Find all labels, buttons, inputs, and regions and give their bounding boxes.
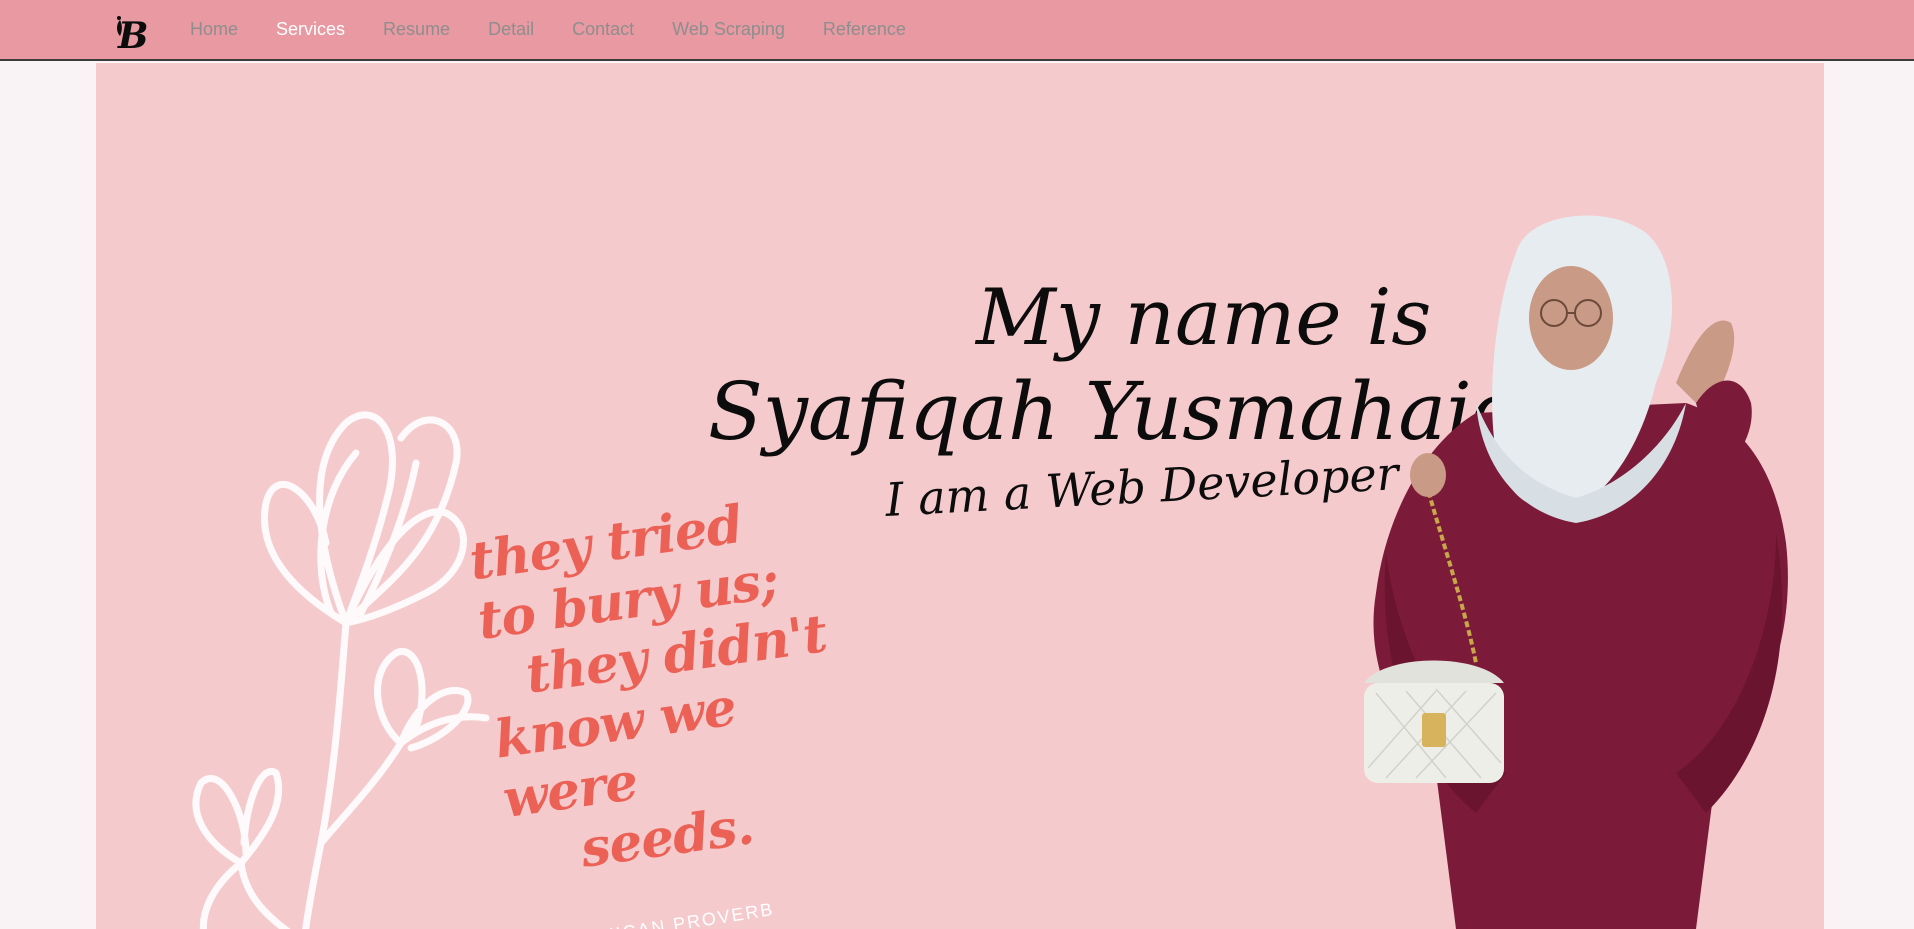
nav-link-detail[interactable]: Detail xyxy=(488,19,534,40)
svg-text:B: B xyxy=(117,15,148,56)
nav-link-services[interactable]: Services xyxy=(276,19,345,40)
nav-link-contact[interactable]: Contact xyxy=(572,19,634,40)
nav-link-web-scraping[interactable]: Web Scraping xyxy=(672,19,785,40)
profile-photo xyxy=(1364,215,1788,929)
navbar: B Home Services Resume Detail Contact We… xyxy=(0,0,1914,61)
hero-role: I am a Web Developer xyxy=(884,446,1400,527)
brand-logo-icon: B xyxy=(117,15,148,57)
quote-attribution: MEXICAN PROVERB xyxy=(570,898,776,929)
quote-text: they tried to bury us; they didn't know … xyxy=(466,483,873,890)
nav-menu: Home Services Resume Detail Contact Web … xyxy=(190,0,944,59)
brand-logo[interactable]: B xyxy=(114,14,150,57)
nav-link-reference[interactable]: Reference xyxy=(823,19,906,40)
nav-link-resume[interactable]: Resume xyxy=(383,19,450,40)
hero-banner: they tried to bury us; they didn't know … xyxy=(96,63,1824,929)
nav-link-home[interactable]: Home xyxy=(190,19,238,40)
